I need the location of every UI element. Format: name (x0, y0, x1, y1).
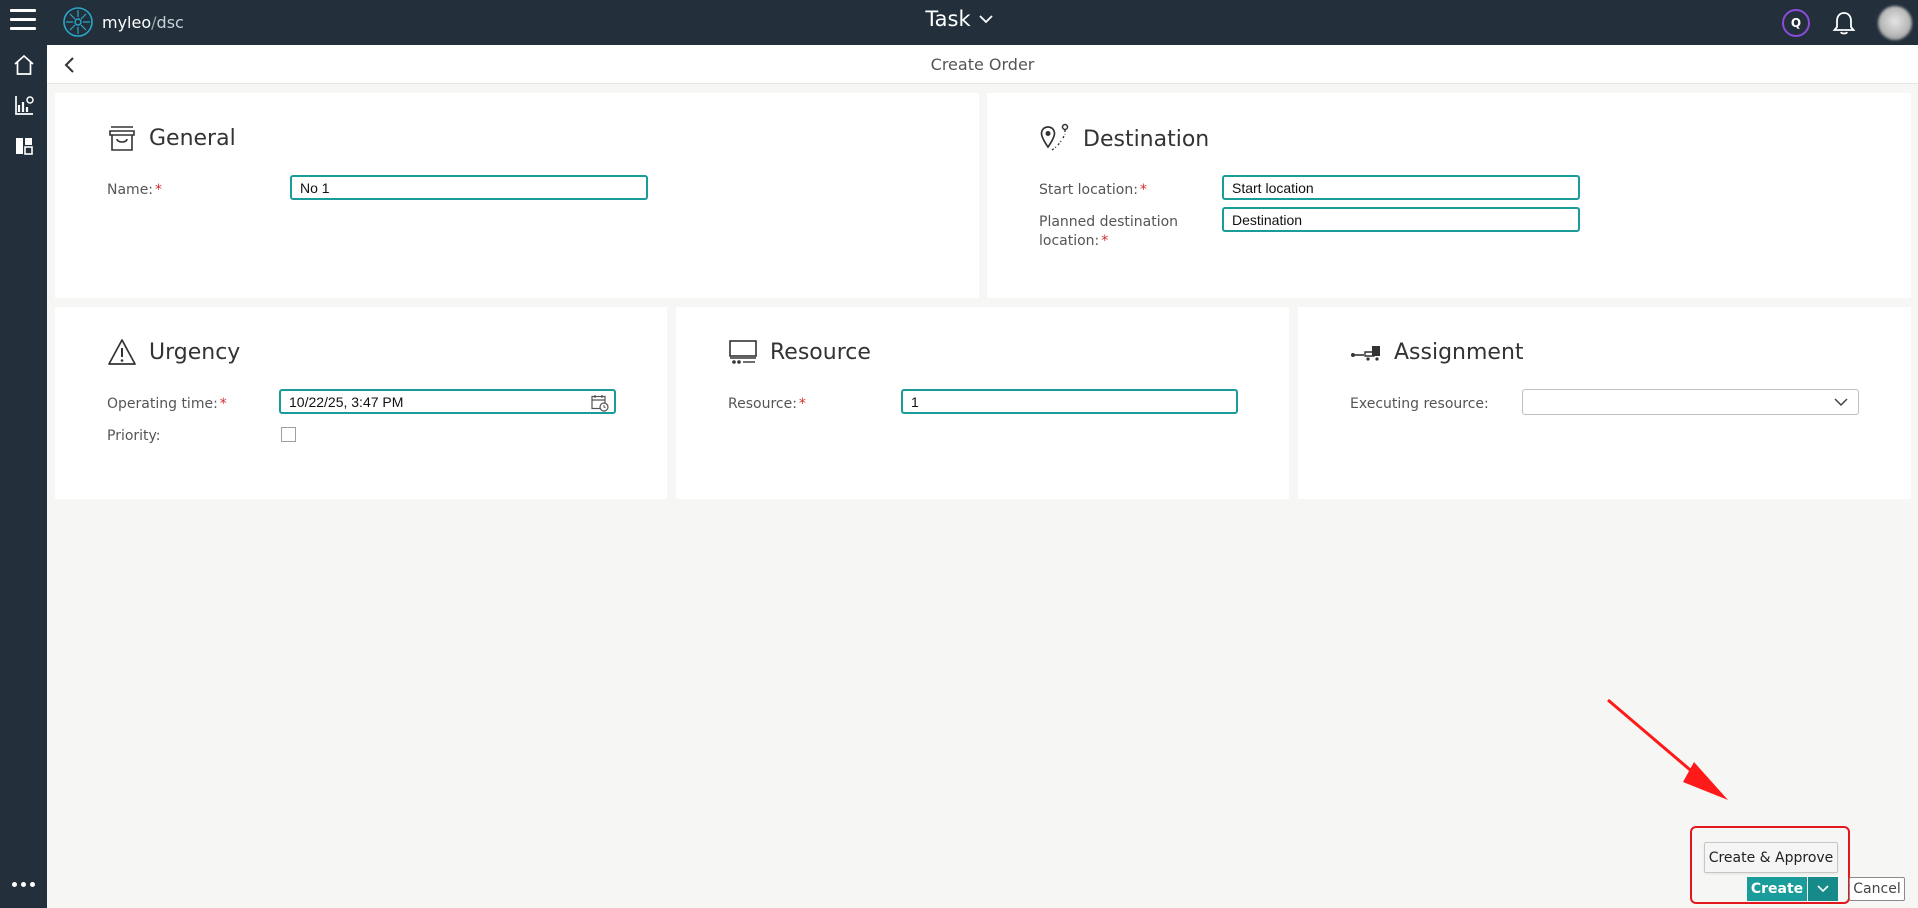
assignment-truck-icon (1351, 346, 1380, 361)
destination-title: Destination (1083, 126, 1210, 152)
chevron-down-icon (1817, 885, 1829, 893)
urgency-card: Urgency Operating time: * 10/22/25, 3:47 … (55, 307, 667, 499)
dashboard-icon[interactable] (0, 128, 47, 164)
app-switcher-wrap: Task (0, 7, 1918, 31)
assignment-card: Assignment Executing resource: (1298, 307, 1911, 499)
name-input[interactable]: No 1 (290, 175, 648, 200)
operating-time-value: 10/22/25, 3:47 PM (289, 393, 404, 410)
top-right-tools: Q (1782, 0, 1918, 45)
destination-header: Destination (1039, 123, 1209, 155)
app-title: Task (925, 7, 971, 31)
resource-label: Resource: * (728, 396, 806, 412)
destination-card: Destination Start location: * Start locat… (987, 93, 1911, 298)
resource-input[interactable]: 1 (901, 389, 1238, 414)
logo-name: myleo (102, 12, 152, 32)
planned-destination-label: Planned destination location: * (1039, 214, 1179, 249)
assignment-header: Assignment (1350, 337, 1524, 367)
annotation-arrow (1607, 698, 1728, 800)
hamburger-menu-icon[interactable] (10, 9, 36, 31)
user-badge[interactable]: Q (1782, 8, 1810, 37)
avatar[interactable] (1878, 5, 1912, 40)
route-pin-icon (1040, 123, 1069, 151)
create-button[interactable]: Create (1747, 877, 1807, 901)
executing-resource-select[interactable] (1522, 389, 1859, 415)
resource-title: Resource (770, 339, 871, 365)
create-and-approve-button[interactable]: Create & Approve (1704, 842, 1838, 873)
warning-icon (108, 339, 136, 365)
start-location-label: Start location: * (1039, 182, 1147, 198)
chevron-down-icon (979, 15, 993, 24)
calendar-clock-icon[interactable] (591, 394, 609, 412)
operating-time-label: Operating time: * (107, 396, 227, 412)
app-switcher[interactable]: Task (925, 7, 993, 31)
page-title: Create Order (930, 55, 1035, 74)
home-icon[interactable] (0, 47, 47, 83)
priority-label: Priority: (107, 428, 161, 444)
assignment-title: Assignment (1394, 339, 1524, 365)
urgency-title: Urgency (149, 339, 241, 365)
page-header: Create Order (47, 45, 1918, 84)
resource-card: Resource Resource: * 1 (676, 307, 1289, 499)
planned-destination-input[interactable]: Destination (1222, 207, 1580, 232)
chevron-down-icon (1834, 398, 1848, 407)
cancel-button[interactable]: Cancel (1849, 877, 1905, 901)
general-title: General (149, 125, 236, 151)
monitor-icon (729, 340, 757, 364)
create-options-toggle[interactable] (1808, 877, 1838, 901)
logo-icon (63, 7, 93, 37)
operating-time-input[interactable]: 10/22/25, 3:47 PM (279, 389, 616, 414)
required-marker: * (155, 182, 163, 198)
top-bar: myleo/dsc Task Q (0, 0, 1918, 45)
executing-resource-label: Executing resource: (1350, 396, 1489, 412)
app-logo[interactable]: myleo/dsc (62, 4, 184, 40)
inbox-box-icon (109, 126, 135, 151)
name-label: Name: * (107, 182, 163, 198)
start-location-input[interactable]: Start location (1222, 175, 1580, 200)
general-card: General Name: * No 1 (55, 93, 979, 298)
general-header: General (107, 123, 236, 153)
side-rail (0, 45, 47, 908)
resource-header: Resource (728, 337, 871, 367)
bell-icon[interactable] (1832, 10, 1856, 36)
logo-product: dsc (156, 12, 184, 32)
more-icon[interactable] (0, 874, 47, 894)
urgency-header: Urgency (107, 337, 240, 367)
analytics-icon[interactable] (0, 87, 47, 123)
priority-checkbox[interactable] (281, 427, 296, 442)
